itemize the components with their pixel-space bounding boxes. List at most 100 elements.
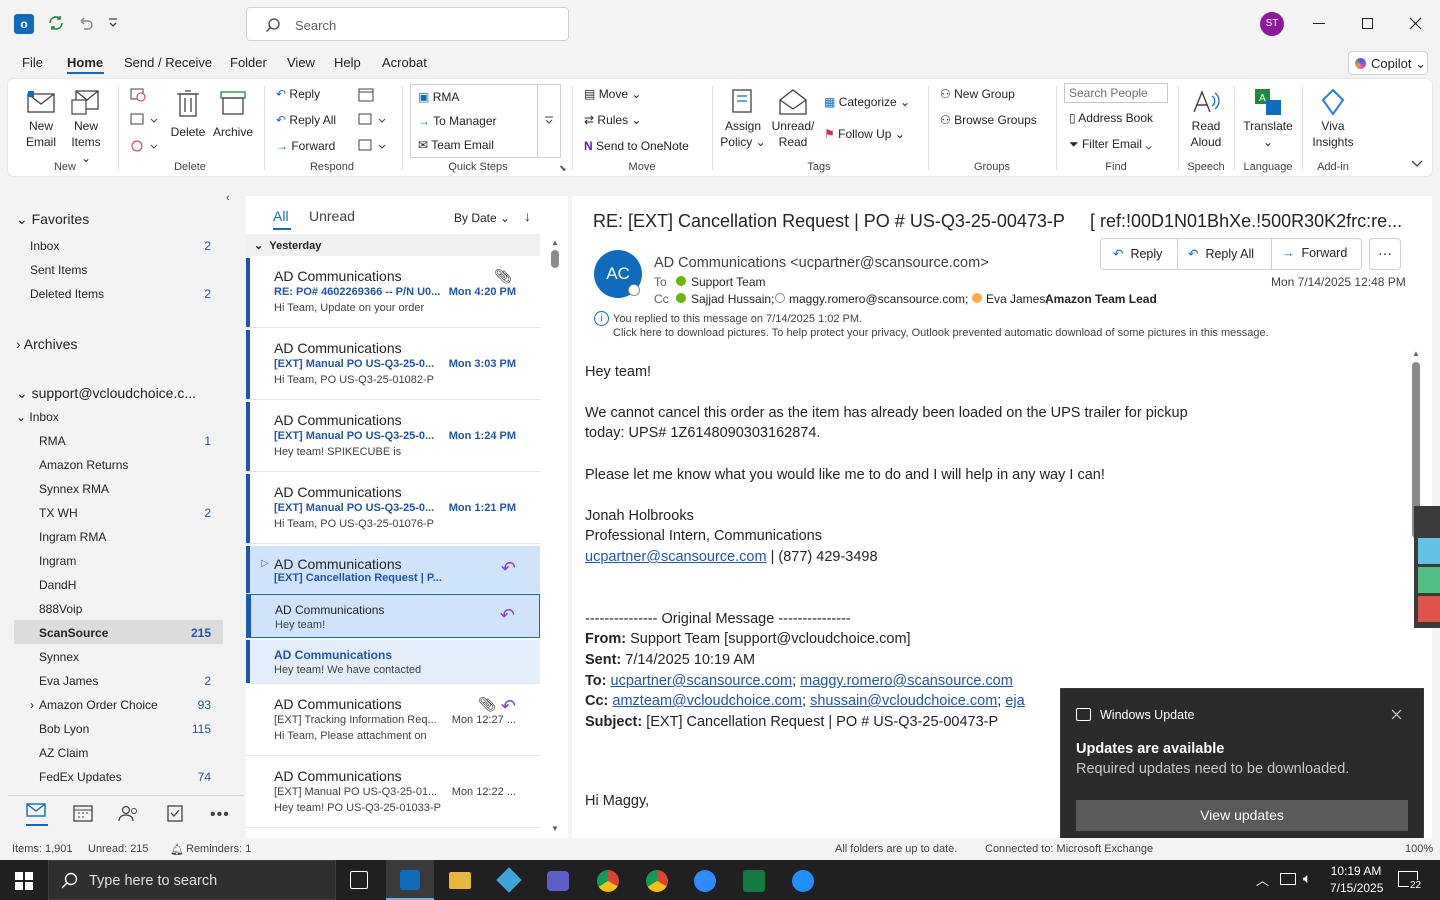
rules-button[interactable]: ⇄ Rules ⌄ [584,113,641,127]
sort-by-date[interactable]: By Date ⌄ [454,211,510,225]
undo-icon[interactable] [77,14,95,32]
windows-start-icon[interactable] [15,872,33,890]
orig-cc-link-1[interactable]: amzteam@vcloudchoice.com [612,693,802,709]
message-item[interactable]: AD Communications [EXT] Manual PO US-Q3-2… [246,758,540,828]
reply-button[interactable]: ↶ Reply [276,87,320,101]
teams-icon[interactable] [547,871,569,891]
collapse-ribbon-icon[interactable] [1411,160,1423,168]
new-email-button[interactable]: New Email [22,88,60,150]
side-widget-3[interactable] [1418,596,1440,622]
orig-to-link-1[interactable]: ucpartner@scansource.com [611,673,793,689]
people-nav-icon[interactable] [118,804,140,822]
search-input[interactable]: Search [246,7,569,41]
orig-cc-link-3[interactable]: eja [1005,693,1024,709]
cc-recipient-3[interactable]: Eva James; [986,292,1049,306]
orig-cc-link-2[interactable]: shussain@vcloudchoice.com [810,693,997,709]
new-group-button[interactable]: ⚇ New Group [940,87,1015,101]
tray-chevron-icon[interactable]: ︿ [1256,870,1269,889]
more-actions-icon[interactable]: ··· [1369,238,1401,270]
meeting-icon[interactable] [357,86,375,104]
menu-file[interactable]: File [22,55,43,70]
side-widget-1[interactable] [1418,538,1440,564]
folder-item[interactable]: ScanSource [39,626,108,640]
zoom-icon[interactable] [694,870,716,892]
quickstep-rma[interactable]: ▣ RMA [418,90,459,104]
pane-reply-button[interactable]: ↶ Reply [1101,239,1178,269]
task-view-icon[interactable] [350,871,368,889]
copilot-button[interactable]: Copilot ⌄ [1348,51,1428,75]
list-scroll-down-icon[interactable]: ▼ [551,824,559,833]
menu-view[interactable]: View [287,55,315,70]
unread-read-button[interactable]: Unread/ Read [770,86,816,150]
cc-recipient-2[interactable]: maggy.romero@scansource.com; [789,292,968,306]
message-item[interactable]: AD Communications [EXT] Cancellation Requ… [246,546,540,594]
message-item[interactable]: AD Communications [EXT] Manual PO US-Q3-2… [246,330,540,400]
menu-help[interactable]: Help [334,55,361,70]
folder-item[interactable]: Eva James [39,674,98,688]
message-item[interactable]: AD Communications Hey team! We have conta… [246,640,540,684]
favorite-item[interactable]: Inbox [30,239,59,253]
sender-name[interactable]: AD Communications <ucpartner@scansource.… [654,255,989,271]
menu-send-receive[interactable]: Send / Receive [124,55,212,70]
folder-item[interactable]: FedEx Updates [39,770,122,784]
to-recipient[interactable]: Support Team [691,275,766,289]
maximize-button[interactable] [1362,18,1373,29]
taskbar-time[interactable]: 10:19 AM [1330,864,1382,878]
search-people-input[interactable]: Search People [1064,83,1168,103]
favorite-item[interactable]: Deleted Items [30,287,104,301]
taskbar-date[interactable]: 7/15/2025 [1330,881,1383,895]
browse-groups-button[interactable]: ⚇ Browse Groups [940,113,1037,127]
junk-icon[interactable] [128,137,158,155]
mail-nav-icon[interactable] [26,802,48,826]
reply-all-button[interactable]: ↶ Reply All [276,113,336,127]
menu-acrobat[interactable]: Acrobat [382,55,427,70]
folder-item[interactable]: TX WH [39,506,78,520]
excel-icon[interactable] [743,870,765,892]
folder-item[interactable]: RMA [39,434,66,448]
reading-scroll-up-icon[interactable]: ▲ [1412,349,1420,358]
message-item[interactable]: AD Communications Hey team! ↶ [246,594,540,638]
account-header[interactable]: ⌄ support@vcloudchoice.c... [16,385,196,402]
orig-to-link-2[interactable]: maggy.romero@scansource.com [800,673,1013,689]
cleanup-icon[interactable] [128,111,158,129]
pane-reply-all-button[interactable]: ↶ Reply All [1178,239,1272,269]
chrome-icon[interactable] [597,870,619,892]
address-book-button[interactable]: ▯ Address Book [1069,111,1153,125]
categorize-button[interactable]: ▦ Categorize ⌄ [824,95,910,109]
status-reminders[interactable]: Reminders: 1 [186,843,251,855]
menu-folder[interactable]: Folder [230,55,267,70]
tab-all[interactable]: All [273,208,289,224]
sort-direction-icon[interactable]: ↓ [524,208,531,224]
volume-icon[interactable]: 🔈︎ [1303,870,1311,887]
network-icon[interactable] [1280,873,1296,885]
list-scrollbar-thumb[interactable] [551,250,559,268]
archives-header[interactable]: › Archives [16,336,77,352]
folder-item[interactable]: 888Voip [39,602,82,616]
more-apps-icon[interactable]: ••• [210,806,230,824]
download-pictures-info[interactable]: Click here to download pictures. To help… [613,327,1269,339]
new-items-button[interactable]: New Items ⌄ [66,88,106,166]
tasks-nav-icon[interactable] [166,804,184,822]
quickstep-manager[interactable]: → To Manager [418,114,497,128]
tab-unread[interactable]: Unread [309,208,355,224]
taskbar-search[interactable]: Type here to search [48,860,336,900]
ignore-icon[interactable] [128,86,148,104]
move-button[interactable]: ▤ Move ⌄ [584,87,641,101]
calendar-nav-icon[interactable] [73,804,93,822]
inbox-folder[interactable]: ⌄ Inbox [16,410,59,424]
sync-icon[interactable] [47,14,65,32]
message-item[interactable]: AD Communications [EXT] Tracking Informat… [246,686,540,756]
message-item[interactable]: AD Communications RE: PO# 4602269366 -- P… [246,258,540,328]
customize-qat-icon[interactable] [108,16,118,30]
user-avatar[interactable]: ST [1260,12,1284,36]
assign-policy-button[interactable]: Assign Policy ⌄ [720,86,766,150]
app-blue-icon[interactable] [792,870,814,892]
folder-item[interactable]: AZ Claim [39,746,88,760]
menu-home[interactable]: Home [67,55,103,70]
status-zoom[interactable]: 100% [1405,843,1433,855]
pane-forward-button[interactable]: → Forward [1272,239,1362,269]
group-header-yesterday[interactable]: ⌄ Yesterday [246,234,540,256]
minimize-button[interactable] [1313,23,1325,24]
folder-item[interactable]: Bob Lyon [39,722,89,736]
favorites-header[interactable]: ⌄ Favorites [16,211,89,228]
